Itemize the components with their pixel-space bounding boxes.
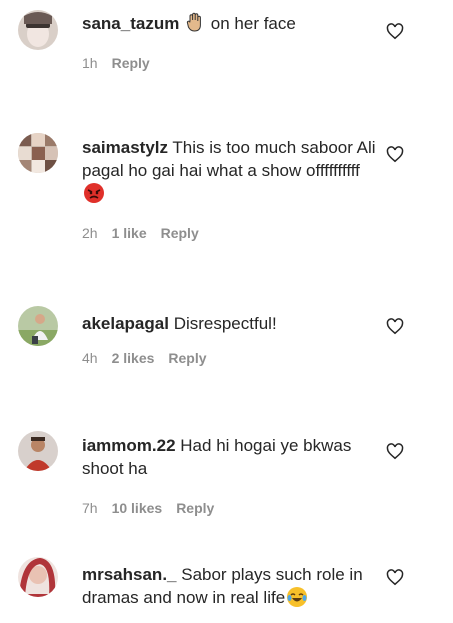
heart-icon[interactable] [386,146,404,163]
heart-icon[interactable] [386,318,404,335]
likes-count[interactable]: 1 like [112,225,147,241]
reply-button[interactable]: Reply [112,55,150,71]
comment-text: mrsahsan._ Sabor plays such role in dram… [82,563,382,609]
laughing-tears-emoji [287,587,308,607]
username[interactable]: sana_tazum [82,14,179,33]
comment-time: 2h [82,225,98,241]
reply-button[interactable]: Reply [168,350,206,366]
angry-face-emoji [84,183,104,203]
comment-body: on her face [206,14,296,33]
likes-count[interactable]: 10 likes [112,500,163,516]
avatar[interactable] [18,133,58,173]
heart-icon[interactable] [386,443,404,460]
avatar[interactable] [18,10,58,50]
reply-button[interactable]: Reply [176,500,214,516]
comment-time: 7h [82,500,98,516]
comment-text: iammom.22 Had hi hogai ye bkwas shoot ha [82,434,382,480]
reply-button[interactable]: Reply [161,225,199,241]
username[interactable]: saimastylz [82,138,168,157]
comment-text: saimastylz This is too much saboor Ali p… [82,136,382,205]
comment-text: akelapagal Disrespectful! [82,312,382,335]
comment-time: 1h [82,55,98,71]
comment-text: sana_tazum on her face [82,12,382,35]
comment-body: Disrespectful! [173,314,277,333]
heart-icon[interactable] [386,23,404,40]
username[interactable]: mrsahsan._ [82,565,177,584]
avatar[interactable] [18,557,58,597]
avatar[interactable] [18,306,58,346]
avatar[interactable] [18,431,58,471]
likes-count[interactable]: 2 likes [112,350,155,366]
comment-time: 4h [82,350,98,366]
raised-hand-emoji [186,12,204,32]
username[interactable]: iammom.22 [82,436,176,455]
heart-icon[interactable] [386,569,404,586]
username[interactable]: akelapagal [82,314,169,333]
